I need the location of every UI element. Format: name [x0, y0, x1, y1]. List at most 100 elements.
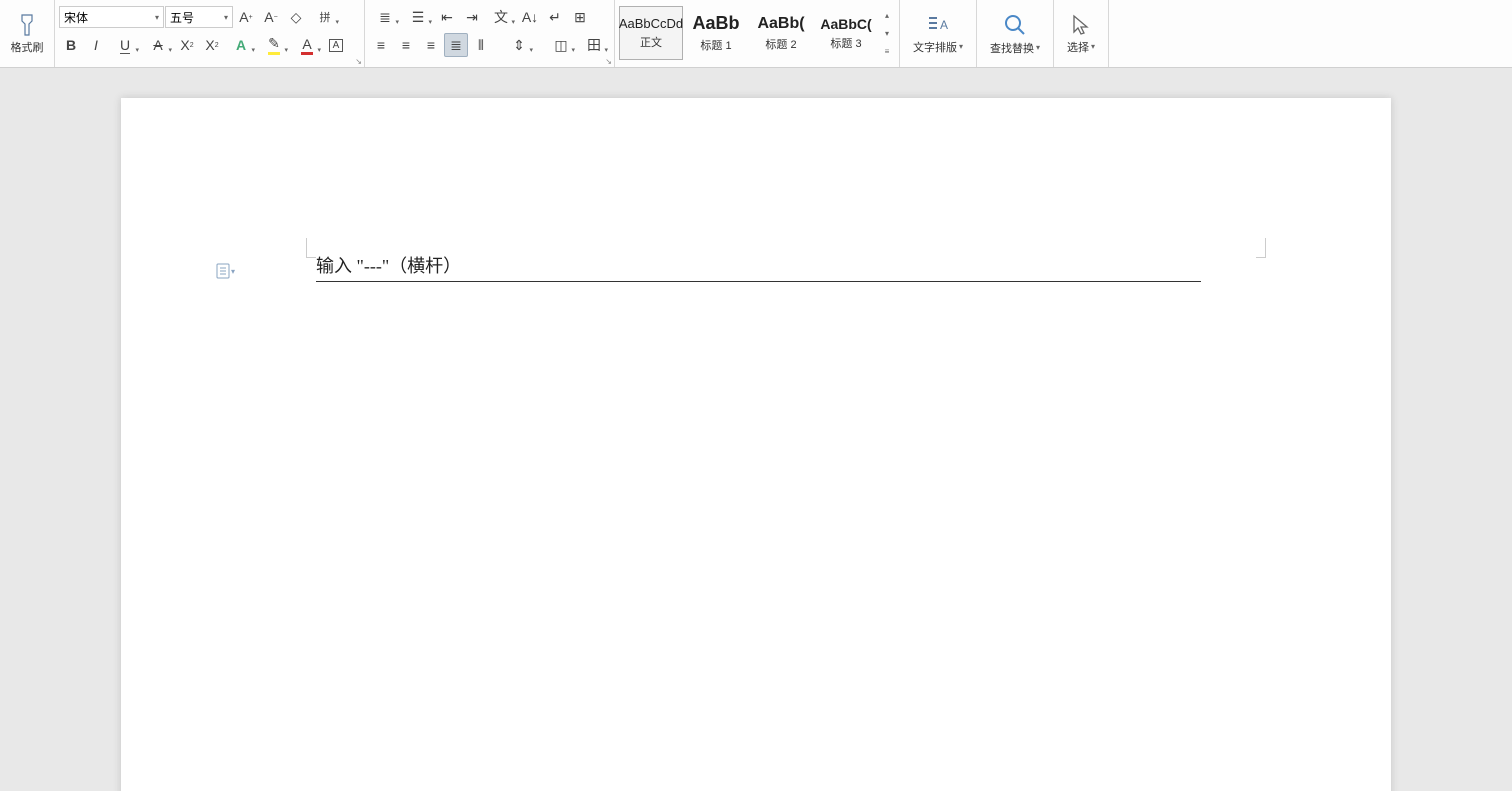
numbering-button[interactable]: ☰▾ [402, 5, 434, 29]
margin-marker-top-right [1256, 238, 1266, 258]
align-left-button[interactable]: ≡ [369, 33, 393, 57]
document-paragraph[interactable]: 输入 "---"（横杆） [316, 248, 1201, 282]
font-dialog-launcher[interactable]: ↘ [355, 57, 362, 66]
style-label: 标题 2 [765, 36, 796, 52]
phonetic-icon: 拼 [320, 9, 331, 25]
select-cursor-icon [1069, 13, 1093, 37]
align-right-button[interactable]: ≡ [419, 33, 443, 57]
underline-button[interactable]: U▾ [109, 33, 141, 57]
document-page[interactable]: ▾ 输入 "---"（横杆） [121, 98, 1391, 791]
style-label: 正文 [640, 34, 662, 50]
indent-icon: ⇥ [466, 9, 478, 26]
highlight-icon: ✎ [268, 35, 280, 55]
format-painter-label: 格式刷 [11, 39, 44, 55]
numbering-icon: ☰ [412, 9, 425, 26]
line-spacing-button[interactable]: ⇕▾ [503, 33, 535, 57]
document-body-text: 输入 "---"（横杆） [316, 252, 461, 278]
search-icon [1002, 12, 1028, 38]
character-border-button[interactable]: A [324, 33, 348, 57]
sort-icon: A↓ [522, 9, 538, 25]
align-distribute-button[interactable]: ⫴ [469, 33, 493, 57]
outline-gutter-button[interactable]: ▾ [216, 263, 235, 279]
border-char-icon: A [329, 39, 344, 52]
style-preview: AaBbC( [820, 16, 871, 32]
align-justify-button[interactable]: ≣ [444, 33, 468, 57]
paragraph-dialog-launcher[interactable]: ↘ [605, 57, 612, 66]
highlight-color-button[interactable]: ✎ ▾ [258, 33, 290, 57]
font-color-button[interactable]: A ▾ [291, 33, 323, 57]
phonetic-guide-button[interactable]: 拼▾ [309, 5, 341, 29]
increase-indent-button[interactable]: ⇥ [460, 5, 484, 29]
select-label: 选择 [1067, 39, 1089, 55]
italic-button[interactable]: I [84, 33, 108, 57]
group-font: 宋体 ▾ 五号 ▾ A+ A− ◇ 拼▾ B I U▾ A▾ X2 X2 A▾ … [55, 0, 365, 67]
bold-button[interactable]: B [59, 33, 83, 57]
font-size-select[interactable]: 五号 ▾ [165, 6, 233, 28]
paint-brush-icon [16, 13, 38, 37]
styles-scroll-up[interactable]: ▴ [879, 11, 895, 20]
borders-icon: 田 [587, 35, 601, 55]
text-direction-button[interactable]: 文▾ [485, 5, 517, 29]
format-painter-button[interactable]: 格式刷 [4, 5, 50, 63]
text-layout-icon: A [926, 13, 950, 37]
find-replace-button[interactable]: 查找替换▾ [981, 4, 1049, 64]
outdent-icon: ⇤ [441, 9, 453, 26]
bullets-icon: ≣ [379, 9, 391, 26]
shading-button[interactable]: ◫▾ [545, 33, 577, 57]
decrease-indent-button[interactable]: ⇤ [435, 5, 459, 29]
document-viewport[interactable]: ▾ 输入 "---"（横杆） [0, 68, 1512, 791]
document-icon [216, 263, 230, 279]
show-marks-button[interactable]: ↵ [543, 5, 567, 29]
tabs-button[interactable]: ⊞ [568, 5, 592, 29]
grow-font-button[interactable]: A+ [234, 5, 258, 29]
eraser-icon: ◇ [291, 9, 302, 26]
strikethrough-button[interactable]: A▾ [142, 33, 174, 57]
borders-button[interactable]: 田▾ [578, 33, 610, 57]
align-center-button[interactable]: ≡ [394, 33, 418, 57]
font-name-value: 宋体 [64, 9, 88, 26]
shading-icon: ◫ [554, 37, 567, 54]
sort-button[interactable]: A↓ [518, 5, 542, 29]
line-spacing-icon: ⇕ [513, 37, 525, 54]
clear-format-button[interactable]: ◇ [284, 5, 308, 29]
style-heading2[interactable]: AaBb( 标题 2 [749, 6, 813, 60]
superscript-button[interactable]: X2 [175, 33, 199, 57]
margin-marker-top-left [306, 238, 316, 258]
group-paragraph: ≣▾ ☰▾ ⇤ ⇥ 文▾ A↓ ↵ ⊞ ≡ ≡ ≡ ≣ ⫴ ⇕▾ ◫▾ 田▾ ↘ [365, 0, 615, 67]
chevron-down-icon: ▾ [224, 13, 228, 22]
bullets-button[interactable]: ≣▾ [369, 5, 401, 29]
svg-text:A: A [940, 18, 948, 32]
style-label: 标题 3 [830, 35, 861, 51]
tabs-icon: ⊞ [574, 9, 586, 26]
pilcrow-icon: ↵ [549, 9, 561, 26]
select-button[interactable]: 选择▾ [1058, 4, 1104, 64]
font-size-value: 五号 [170, 9, 194, 26]
find-replace-label: 查找替换 [990, 40, 1034, 56]
group-clipboard: 格式刷 [0, 0, 55, 67]
distribute-icon: ⫴ [478, 37, 484, 54]
font-name-select[interactable]: 宋体 ▾ [59, 6, 164, 28]
style-heading3[interactable]: AaBbC( 标题 3 [814, 6, 878, 60]
shrink-font-button[interactable]: A− [259, 5, 283, 29]
style-preview: AaBb( [757, 15, 804, 33]
align-center-icon: ≡ [402, 37, 410, 53]
styles-expand[interactable]: ≡ [879, 47, 895, 56]
align-left-icon: ≡ [377, 37, 385, 53]
group-text-layout: A 文字排版▾ [900, 0, 977, 67]
subscript-button[interactable]: X2 [200, 33, 224, 57]
ribbon-toolbar: 格式刷 宋体 ▾ 五号 ▾ A+ A− ◇ 拼▾ B I U▾ A▾ X2 X2… [0, 0, 1512, 68]
text-effects-icon: A [236, 37, 246, 53]
style-heading1[interactable]: AaBb 标题 1 [684, 6, 748, 60]
align-justify-icon: ≣ [450, 37, 462, 54]
text-layout-button[interactable]: A 文字排版▾ [904, 4, 972, 64]
font-color-icon: A [301, 36, 313, 55]
text-effects-button[interactable]: A▾ [225, 33, 257, 57]
chevron-down-icon: ▾ [155, 13, 159, 22]
textdir-icon: 文 [494, 7, 508, 27]
text-layout-label: 文字排版 [913, 39, 957, 55]
group-styles: AaBbCcDd 正文 AaBb 标题 1 AaBb( 标题 2 AaBbC( … [615, 0, 900, 67]
style-label: 标题 1 [700, 37, 731, 53]
group-select: 选择▾ [1054, 0, 1109, 67]
style-normal[interactable]: AaBbCcDd 正文 [619, 6, 683, 60]
styles-scroll-down[interactable]: ▾ [879, 29, 895, 38]
